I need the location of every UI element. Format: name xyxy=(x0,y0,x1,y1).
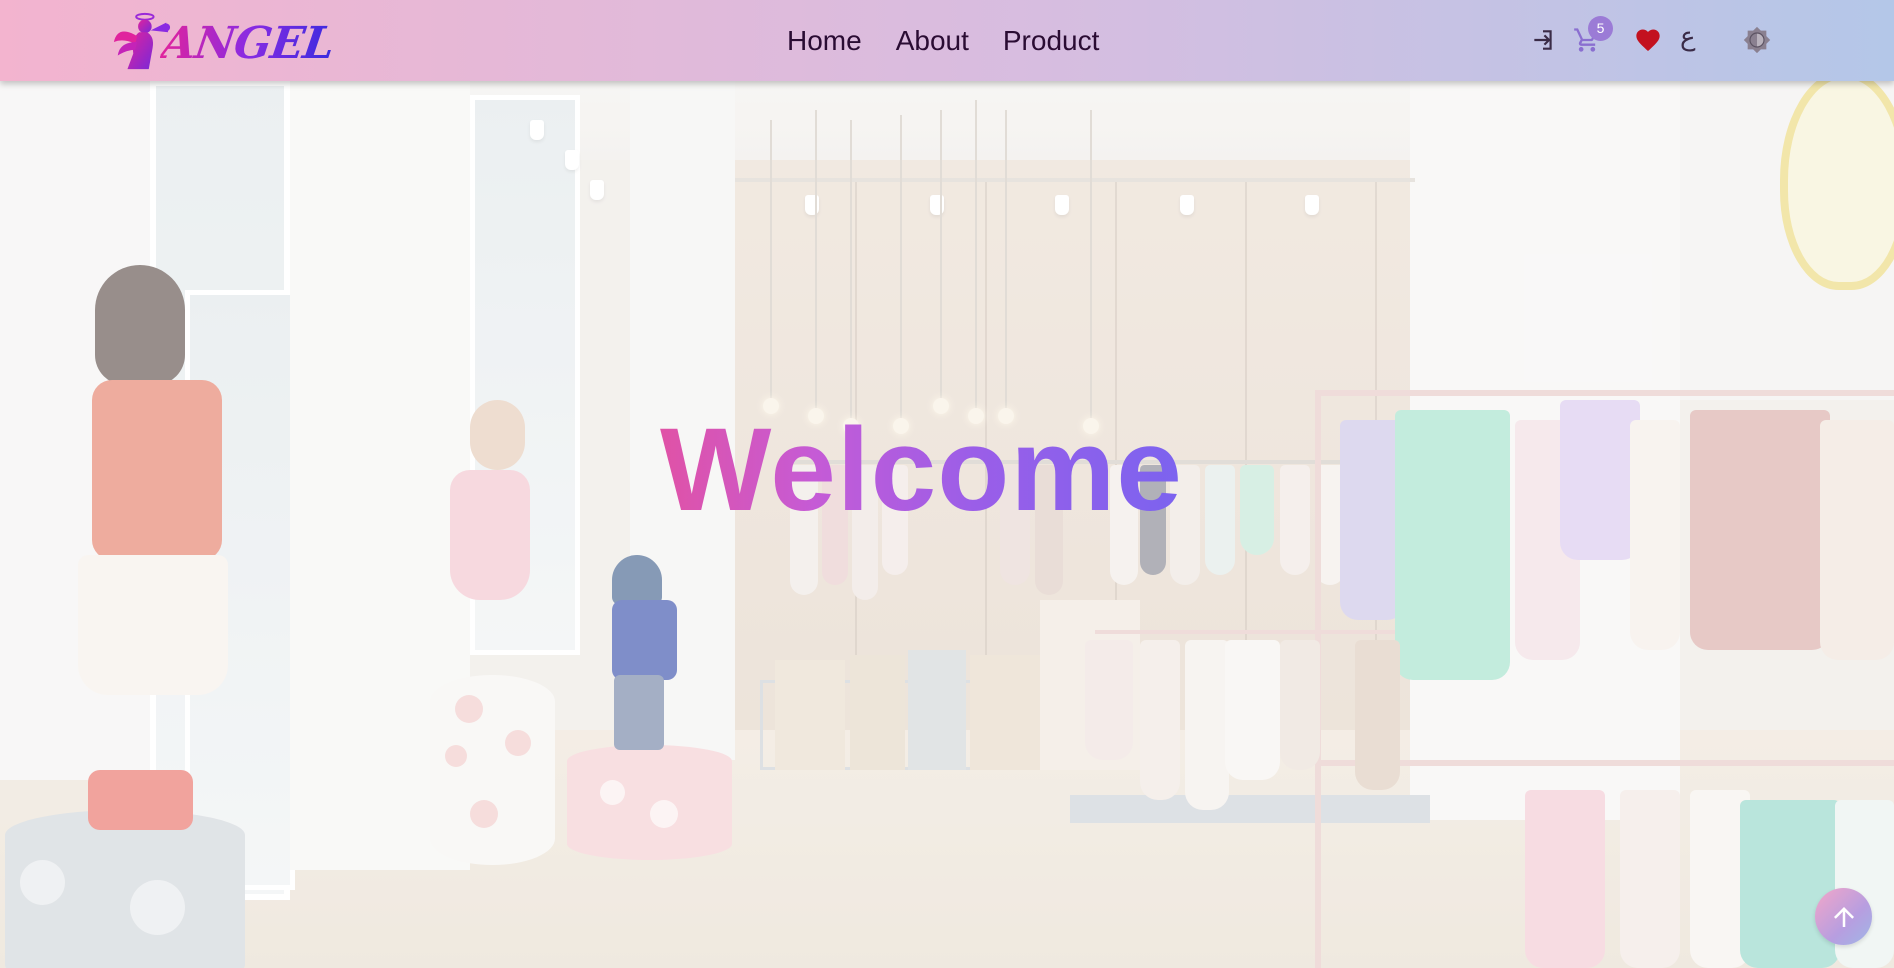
login-icon xyxy=(1534,30,1552,50)
hero-welcome-heading: Welcome xyxy=(660,404,1183,536)
theme-toggle-button[interactable] xyxy=(1742,25,1772,55)
scroll-to-top-button[interactable] xyxy=(1815,888,1872,945)
login-button[interactable] xyxy=(1528,25,1558,55)
main-nav: Home About Product xyxy=(770,20,1116,62)
wishlist-button[interactable] xyxy=(1633,25,1663,55)
brand-name: ANGEL xyxy=(158,17,338,69)
navbar: ANGEL Home About Product 5 ع xyxy=(0,0,1894,81)
nav-product-link[interactable]: Product xyxy=(986,20,1117,62)
page: ANGEL Home About Product 5 ع Welcome xyxy=(0,0,1894,968)
nav-about-link[interactable]: About xyxy=(879,20,986,62)
heart-icon xyxy=(1636,29,1660,51)
nav-home-link[interactable]: Home xyxy=(770,20,879,62)
arrow-up-icon xyxy=(1833,906,1854,927)
cart-count-badge: 5 xyxy=(1588,16,1613,41)
theme-toggle-icon xyxy=(1743,26,1771,54)
language-toggle[interactable]: ع xyxy=(1680,22,1696,52)
brand-logo[interactable]: ANGEL xyxy=(110,8,350,72)
